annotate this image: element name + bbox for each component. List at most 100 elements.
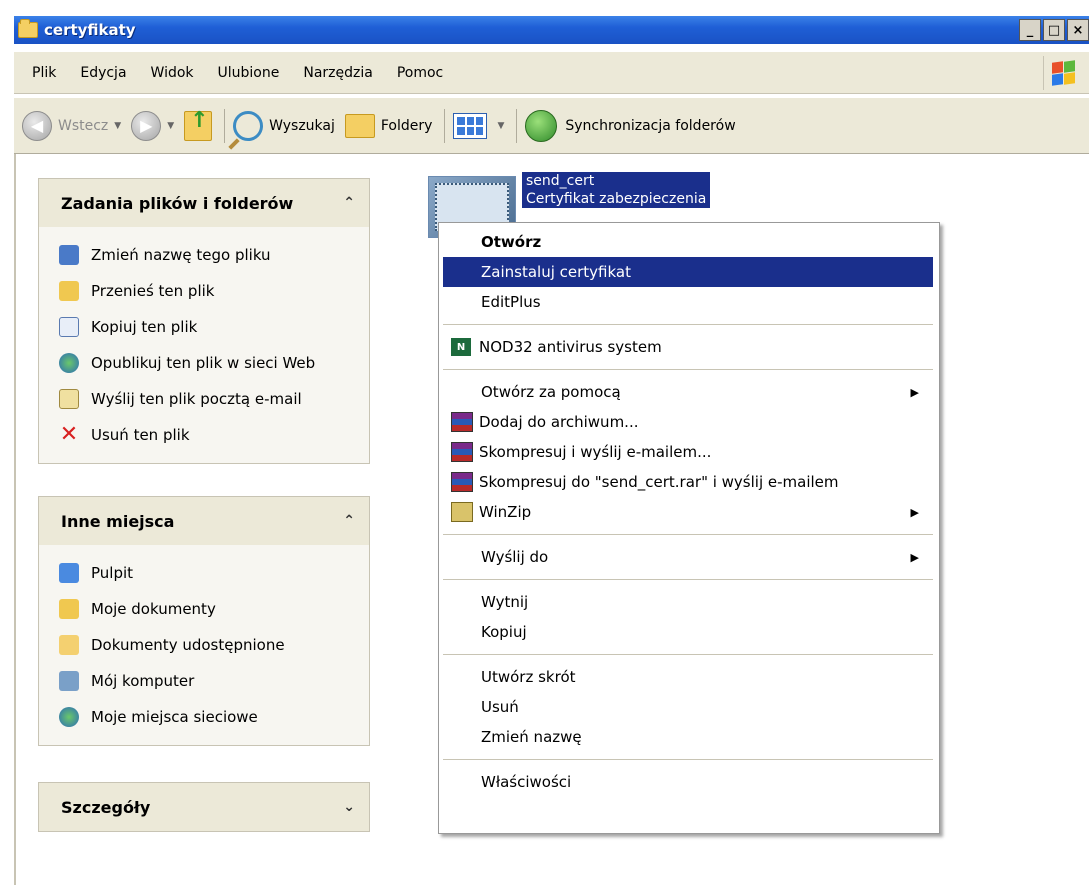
folder-icon	[18, 19, 38, 38]
close-button[interactable]: ×	[1067, 19, 1089, 41]
menu-item-compress-rar-email[interactable]: Skompresuj do "send_cert.rar" i wyślij e…	[443, 467, 933, 497]
chevron-down-icon: ▼	[114, 120, 122, 131]
menu-separator	[443, 324, 933, 325]
menu-item-label: NOD32 antivirus system	[479, 338, 662, 356]
back-button[interactable]: ◀ Wstecz ▼	[22, 110, 122, 141]
menu-help[interactable]: Pomoc	[385, 65, 455, 81]
submenu-arrow-icon: ▶	[910, 550, 919, 564]
place-my-documents[interactable]: Moje dokumenty	[59, 591, 369, 627]
task-label: Zmień nazwę tego pliku	[91, 246, 271, 264]
file-label[interactable]: send_cert Certyfikat zabezpieczenia	[522, 172, 711, 208]
my-documents-icon	[59, 599, 79, 619]
task-label: Usuń ten plik	[91, 426, 190, 444]
task-label: Opublikuj ten plik w sieci Web	[91, 354, 316, 372]
views-icon	[453, 112, 488, 139]
windows-logo-icon	[1043, 56, 1079, 90]
other-places-header[interactable]: Inne miejsca ⌃	[39, 497, 369, 545]
toolbar: ◀ Wstecz ▼ ▶ ▼ Wyszukaj Foldery ▼ Synchr…	[14, 98, 1089, 154]
chevron-down-icon: ▼	[497, 120, 505, 131]
folders-label: Foldery	[380, 117, 433, 134]
menu-separator	[443, 759, 933, 760]
network-icon	[59, 707, 79, 727]
menu-view[interactable]: Widok	[139, 65, 206, 81]
menu-item-winzip[interactable]: WinZip ▶	[443, 497, 933, 527]
details-pane: Szczegóły ⌄	[38, 782, 370, 832]
maximize-button[interactable]: □	[1043, 19, 1065, 41]
folders-button[interactable]: Foldery	[344, 113, 433, 138]
menu-item-nod32[interactable]: N NOD32 antivirus system	[443, 332, 933, 362]
minimize-button[interactable]: _	[1019, 19, 1041, 41]
menu-item-editplus[interactable]: EditPlus	[443, 287, 933, 317]
menu-edit[interactable]: Edycja	[68, 65, 138, 81]
menu-item-open-with[interactable]: Otwórz za pomocą ▶	[443, 377, 933, 407]
submenu-arrow-icon: ▶	[910, 385, 919, 399]
task-copy[interactable]: Kopiuj ten plik	[59, 309, 369, 345]
place-label: Moje dokumenty	[91, 600, 216, 618]
place-my-computer[interactable]: Mój komputer	[59, 663, 369, 699]
menu-item-cut[interactable]: Wytnij	[443, 587, 933, 617]
computer-icon	[59, 671, 79, 691]
context-menu: Otwórz Zainstaluj certyfikat EditPlus N …	[438, 222, 940, 834]
mail-icon	[59, 389, 79, 409]
file-tasks-pane: Zadania plików i folderów ⌃ Zmień nazwę …	[38, 178, 370, 464]
menu-item-label: Dodaj do archiwum...	[479, 413, 639, 431]
toolbar-separator	[516, 108, 518, 143]
shared-folder-icon	[59, 635, 79, 655]
menu-item-properties[interactable]: Właściwości	[443, 767, 933, 797]
expand-icon[interactable]: ⌄	[343, 799, 355, 815]
menu-file[interactable]: Plik	[20, 65, 68, 81]
window-left-border	[14, 154, 16, 885]
menu-separator	[443, 369, 933, 370]
other-places-list: Pulpit Moje dokumenty Dokumenty udostępn…	[39, 545, 369, 745]
task-rename[interactable]: Zmień nazwę tego pliku	[59, 237, 369, 273]
views-button[interactable]: ▼	[453, 112, 505, 139]
toolbar-separator	[224, 108, 226, 143]
menu-item-delete[interactable]: Usuń	[443, 692, 933, 722]
details-header[interactable]: Szczegóły ⌄	[39, 783, 369, 831]
task-delete[interactable]: ✕ Usuń ten plik	[59, 417, 369, 453]
task-label: Przenieś ten plik	[91, 282, 215, 300]
menu-separator	[443, 579, 933, 580]
winrar-icon	[451, 412, 473, 432]
up-button[interactable]	[184, 108, 213, 141]
menu-item-install-certificate[interactable]: Zainstaluj certyfikat	[443, 257, 933, 287]
file-tasks-header[interactable]: Zadania plików i folderów ⌃	[39, 179, 369, 227]
menu-item-compress-email[interactable]: Skompresuj i wyślij e-mailem...	[443, 437, 933, 467]
collapse-icon[interactable]: ⌃	[343, 513, 355, 529]
task-label: Wyślij ten plik pocztą e-mail	[91, 390, 302, 408]
menu-item-open[interactable]: Otwórz	[443, 227, 933, 257]
move-icon	[59, 281, 79, 301]
winrar-icon	[451, 472, 473, 492]
task-move[interactable]: Przenieś ten plik	[59, 273, 369, 309]
forward-button[interactable]: ▶ ▼	[131, 110, 174, 141]
menu-item-add-to-archive[interactable]: Dodaj do archiwum...	[443, 407, 933, 437]
task-email[interactable]: Wyślij ten plik pocztą e-mail	[59, 381, 369, 417]
menu-item-rename[interactable]: Zmień nazwę	[443, 722, 933, 752]
menu-favorites[interactable]: Ulubione	[206, 65, 292, 81]
file-tasks-list: Zmień nazwę tego pliku Przenieś ten plik…	[39, 227, 369, 463]
menu-item-label: Otwórz za pomocą	[481, 383, 621, 401]
desktop-icon	[59, 563, 79, 583]
menu-tools[interactable]: Narzędzia	[291, 65, 384, 81]
menu-separator	[443, 534, 933, 535]
menu-item-send-to[interactable]: Wyślij do ▶	[443, 542, 933, 572]
menu-item-label: WinZip	[479, 503, 532, 521]
menu-item-label: Wyślij do	[481, 548, 549, 566]
place-label: Pulpit	[91, 564, 134, 582]
task-publish[interactable]: Opublikuj ten plik w sieci Web	[59, 345, 369, 381]
collapse-icon[interactable]: ⌃	[343, 195, 355, 211]
menu-item-create-shortcut[interactable]: Utwórz skrót	[443, 662, 933, 692]
menu-item-copy[interactable]: Kopiuj	[443, 617, 933, 647]
sync-button[interactable]: Synchronizacja folderów	[525, 109, 736, 142]
winzip-icon	[451, 502, 473, 522]
place-desktop[interactable]: Pulpit	[59, 555, 369, 591]
nod32-icon: N	[451, 338, 471, 356]
place-network[interactable]: Moje miejsca sieciowe	[59, 699, 369, 735]
place-shared-documents[interactable]: Dokumenty udostępnione	[59, 627, 369, 663]
menu-item-label: Skompresuj i wyślij e-mailem...	[479, 443, 712, 461]
place-label: Mój komputer	[91, 672, 195, 690]
search-button[interactable]: Wyszukaj	[233, 110, 335, 141]
toolbar-separator	[444, 108, 446, 143]
forward-arrow-icon: ▶	[131, 110, 162, 141]
sync-icon	[525, 109, 558, 142]
